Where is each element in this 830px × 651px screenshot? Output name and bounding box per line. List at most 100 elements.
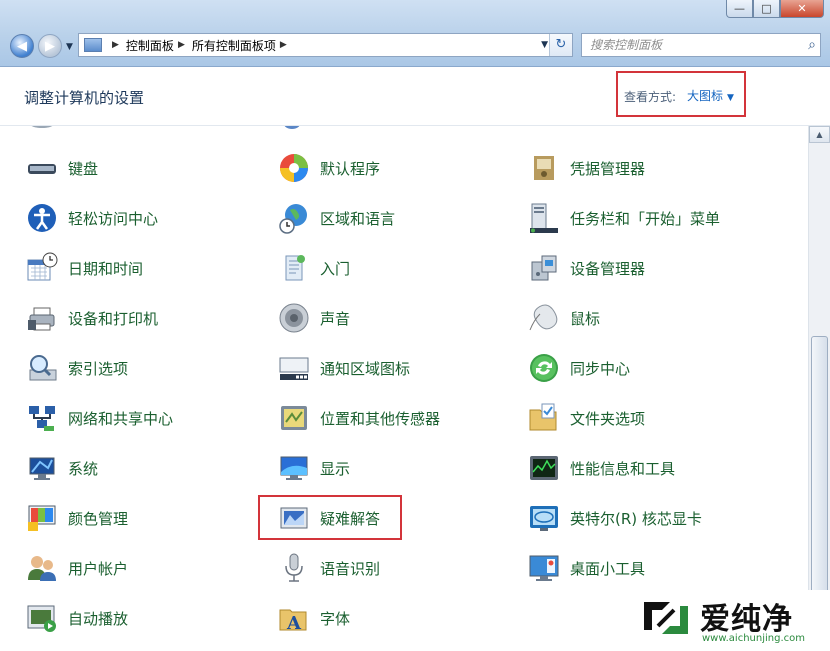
window-controls: — □ ✕ xyxy=(726,0,824,20)
cp-item-ease-of-access[interactable]: 轻松访问中心 xyxy=(26,198,158,238)
cp-item-color-management[interactable]: 颜色管理 xyxy=(26,498,128,538)
cp-item-default-programs[interactable]: 默认程序 xyxy=(278,148,380,188)
breadcrumb-separator[interactable]: ▶ xyxy=(112,40,119,50)
default-programs-icon xyxy=(280,154,308,182)
item-label: 文件夹选项 xyxy=(570,409,646,428)
item-label: 设备管理器 xyxy=(570,259,646,278)
minimize-button[interactable]: — xyxy=(726,0,753,18)
item-label: 声音 xyxy=(320,309,351,328)
svg-text:A: A xyxy=(286,613,302,634)
breadcrumb-separator[interactable]: ▶ xyxy=(280,40,287,50)
cp-item-sound[interactable]: 声音 xyxy=(278,298,350,338)
refresh-button[interactable]: ↻ xyxy=(549,34,572,56)
item-label: 桌面小工具 xyxy=(570,559,646,578)
cp-item-getting-started[interactable]: 入门 xyxy=(278,248,350,288)
cp-item-system[interactable]: 系统 xyxy=(26,448,98,488)
address-dropdown[interactable]: ▼ xyxy=(541,40,548,50)
search-icon[interactable]: ⌕ xyxy=(808,34,816,56)
view-by-dropdown[interactable]: 大图标 ▼ xyxy=(687,87,734,104)
partial-row-icon xyxy=(528,126,558,132)
close-button[interactable]: ✕ xyxy=(780,0,824,18)
address-bar[interactable]: ▶ 控制面板 ▶ 所有控制面板项 ▶ ▼ ↻ xyxy=(78,33,573,57)
view-by-value[interactable]: 大图标 xyxy=(687,89,723,103)
devices-printers-icon xyxy=(28,307,55,331)
watermark: 爱纯净 www.aichunjing.com xyxy=(630,590,830,651)
credential-manager-icon xyxy=(534,156,554,180)
cp-item-region-language[interactable]: 区域和语言 xyxy=(278,198,395,238)
cp-item-autoplay[interactable]: 自动播放 xyxy=(26,598,128,638)
cp-item-credential-manager[interactable]: 凭据管理器 xyxy=(528,148,645,188)
cp-item-display[interactable]: 显示 xyxy=(278,448,350,488)
fonts-icon: A xyxy=(279,609,307,634)
cp-item-date-time[interactable]: 日期和时间 xyxy=(26,248,143,288)
watermark-logo-icon xyxy=(644,602,688,634)
cp-item-performance[interactable]: 性能信息和工具 xyxy=(528,448,675,488)
color-management-icon xyxy=(28,505,56,531)
item-label: 性能信息和工具 xyxy=(570,459,676,478)
item-label: 键盘 xyxy=(68,159,99,178)
display-icon xyxy=(280,456,308,480)
folder-options-icon xyxy=(529,403,557,431)
cp-item-notification-area[interactable]: 通知区域图标 xyxy=(278,348,410,388)
item-label: 显示 xyxy=(320,459,351,478)
indexing-options-icon xyxy=(29,355,57,381)
system-icon xyxy=(29,457,55,480)
item-label: 区域和语言 xyxy=(320,209,396,228)
chevron-down-icon[interactable]: ▼ xyxy=(727,93,734,103)
control-panel-icon xyxy=(84,38,102,52)
cp-item-mouse[interactable]: 鼠标 xyxy=(528,298,600,338)
maximize-button[interactable]: □ xyxy=(753,0,780,18)
cp-item-desktop-gadgets[interactable]: 桌面小工具 xyxy=(528,548,645,588)
device-manager-icon xyxy=(531,255,557,281)
cp-item-device-manager[interactable]: 设备管理器 xyxy=(528,248,645,288)
breadcrumb-separator[interactable]: ▶ xyxy=(178,40,185,50)
cp-item-user-accounts[interactable]: 用户帐户 xyxy=(26,548,128,588)
scroll-up-button[interactable]: ▲ xyxy=(809,126,830,143)
cp-item-taskbar-start-menu[interactable]: 任务栏和「开始」菜单 xyxy=(528,198,720,238)
breadcrumb-all-items[interactable]: 所有控制面板项 xyxy=(192,37,276,54)
item-label: 默认程序 xyxy=(320,159,381,178)
cp-item-folder-options[interactable]: 文件夹选项 xyxy=(528,398,645,438)
item-label: 任务栏和「开始」菜单 xyxy=(570,209,721,228)
getting-started-icon xyxy=(285,255,305,281)
cp-item-fonts[interactable]: A 字体 xyxy=(278,598,350,638)
cp-item-location-sensors[interactable]: 位置和其他传感器 xyxy=(278,398,440,438)
watermark-url: www.aichunjing.com xyxy=(702,633,805,644)
item-label: 颜色管理 xyxy=(68,509,129,528)
item-label: 系统 xyxy=(68,459,99,478)
breadcrumb-control-panel[interactable]: 控制面板 xyxy=(126,37,174,54)
cp-item-devices-printers[interactable]: 设备和打印机 xyxy=(26,298,158,338)
autoplay-icon xyxy=(27,605,56,632)
page-title: 调整计算机的设置 xyxy=(24,89,145,107)
item-label: 同步中心 xyxy=(570,359,631,378)
vertical-scrollbar[interactable]: ▲ xyxy=(808,126,830,651)
forward-button[interactable]: ▶ xyxy=(38,34,62,58)
item-label: 通知区域图标 xyxy=(320,359,411,378)
performance-icon xyxy=(530,456,558,480)
item-label: 凭据管理器 xyxy=(570,159,646,178)
desktop-gadgets-icon xyxy=(529,555,559,581)
sync-center-icon xyxy=(530,354,558,382)
recent-pages-dropdown[interactable]: ▼ xyxy=(66,42,73,52)
item-label: 索引选项 xyxy=(68,359,129,378)
location-sensors-icon xyxy=(281,406,307,430)
cp-item-intel-graphics[interactable]: 英特尔(R) 核芯显卡 xyxy=(528,498,702,538)
cp-item-indexing-options[interactable]: 索引选项 xyxy=(26,348,128,388)
item-label: 网络和共享中心 xyxy=(68,409,174,428)
cp-item-network-sharing[interactable]: 网络和共享中心 xyxy=(26,398,173,438)
back-button[interactable]: ◀ xyxy=(10,34,34,58)
item-label: 字体 xyxy=(320,609,351,628)
cp-item-sync-center[interactable]: 同步中心 xyxy=(528,348,630,388)
taskbar-start-menu-icon xyxy=(530,203,558,233)
item-label: 鼠标 xyxy=(570,309,601,328)
view-by-label: 查看方式: xyxy=(624,90,677,104)
search-input[interactable]: 搜索控制面板 ⌕ xyxy=(581,33,821,57)
intel-graphics-icon xyxy=(530,506,558,531)
item-label: 轻松访问中心 xyxy=(68,209,159,228)
sound-icon xyxy=(279,303,309,333)
network-sharing-icon xyxy=(29,406,55,431)
user-accounts-icon xyxy=(28,556,56,581)
cp-item-speech-recognition[interactable]: 语音识别 xyxy=(278,548,380,588)
watermark-text: 爱纯净 xyxy=(700,602,793,637)
cp-item-keyboard[interactable]: 键盘 xyxy=(26,148,98,188)
